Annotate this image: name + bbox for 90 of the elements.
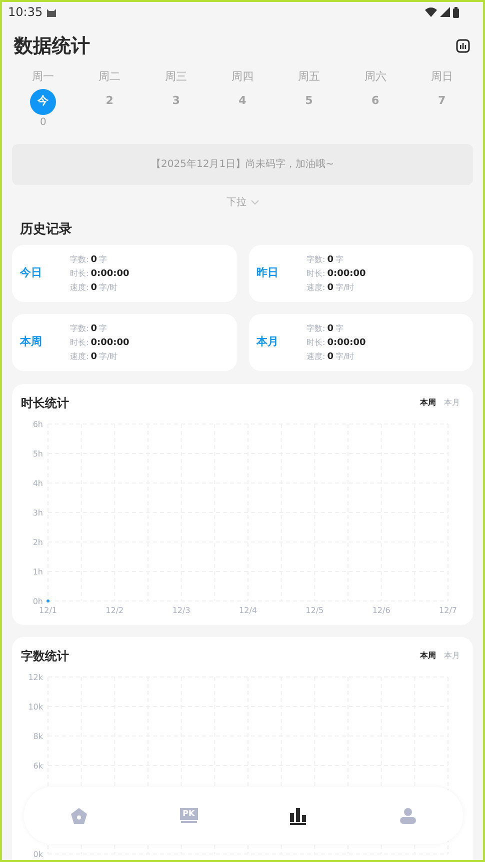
stat-label: 速度: [306,350,326,362]
period-tab[interactable]: 本月 [444,397,460,409]
stat-value: 0 [90,282,97,294]
stat-label: 字数: [70,254,89,266]
pk-icon[interactable]: PK [180,808,198,823]
pull-down-button[interactable]: 下拉 [226,194,258,210]
weekday-label: 周四 [231,68,254,84]
date-button[interactable]: 4 [229,88,256,114]
period-label: 今日 [20,265,43,282]
stat-value: 0 [327,254,334,266]
cat-icon [46,8,56,16]
data-point [46,600,50,602]
y-axis-label: 4h [32,479,43,488]
y-axis-label: 2h [32,538,43,547]
period-tab[interactable]: 本周 [420,397,436,409]
period-tab[interactable]: 本周 [420,650,436,662]
stat-value: 0 [327,322,334,336]
y-axis-label: 6k [33,762,43,770]
y-axis-label: 1h [32,568,43,576]
y-axis-label: 0k [33,850,43,859]
x-axis-label: 12/1 [39,606,57,615]
stat-label: 时长: [70,268,89,280]
weekday-label: 周二 [98,68,121,84]
weekday-label: 周三 [165,68,188,84]
signal-icon [440,7,450,17]
y-axis-label: 10k [28,702,43,712]
period-label: 昨日 [256,265,280,282]
date-button[interactable]: 2 [96,88,123,114]
bar-chart-icon[interactable] [456,39,470,54]
stat-value: 0:00:00 [327,268,366,280]
stat-value: 0 [90,254,97,266]
stat-unit: 字/时 [335,350,354,362]
y-axis-label: 5h [32,450,43,458]
date-button[interactable]: 3 [163,88,190,114]
x-axis-label: 12/6 [372,606,390,615]
stat-label: 字数: [306,254,326,266]
section-title: 历史记录 [18,220,73,238]
date-button[interactable]: 6 [362,88,388,114]
weekday-label: 周一 [32,68,54,84]
stat-unit: 字 [335,254,344,266]
bar-chart-icon[interactable] [289,806,308,824]
stat-value: 0:00:00 [327,336,366,350]
period-label: 本周 [20,334,43,350]
y-axis-label: 3h [32,508,43,518]
stat-label: 字数: [306,322,326,334]
stat-label: 时长: [70,336,89,348]
period-label: 本月 [256,334,280,350]
y-axis-label: 8k [33,732,43,741]
chart-title: 时长统计 [21,395,69,412]
y-axis-label: 0h [32,597,43,606]
wifi-icon [425,7,437,17]
battery-icon [453,6,459,18]
stat-label: 速度: [70,282,89,294]
x-axis-label: 12/7 [439,606,457,615]
x-axis-label: 12/5 [306,606,324,615]
word-count: 0 [40,116,46,130]
x-axis-label: 12/4 [239,606,257,615]
stat-value: 0 [90,350,97,364]
x-axis-label: 12/3 [172,606,190,615]
chevron-down-icon [250,200,258,204]
date-button[interactable]: 5 [296,88,322,114]
stat-value: 0:00:00 [90,336,130,350]
stat-value: 0 [327,282,334,294]
stat-unit: 字 [98,254,107,266]
stat-label: 速度: [306,282,326,294]
notice-text: 【2025年12月1日】尚未码字，加油哦~ [151,158,334,172]
stat-label: 时长: [306,336,326,348]
date-button[interactable]: 7 [428,88,455,114]
weekday-label: 周日 [430,68,453,84]
stat-unit: 字/时 [335,282,354,294]
stat-value: 0 [327,350,334,364]
stat-label: 字数: [70,322,89,334]
date-button[interactable]: 今 [30,88,56,114]
weekday-label: 周五 [298,68,320,84]
y-axis-label: 12k [28,673,43,682]
period-tab[interactable]: 本月 [444,650,460,662]
stat-label: 时长: [306,268,326,280]
page-title: 数据统计 [14,34,90,59]
y-axis-label: 6h [32,420,43,429]
weekday-label: 周六 [364,68,386,84]
stat-unit: 字/时 [98,350,118,362]
stat-value: 0:00:00 [90,268,130,280]
x-axis-label: 12/2 [106,606,124,615]
stat-unit: 字 [335,322,344,334]
stat-value: 0 [90,322,97,336]
status-time: 10:35 [8,4,43,21]
stat-label: 速度: [70,350,89,362]
stat-unit: 字 [98,322,107,334]
chart-title: 字数统计 [21,648,69,665]
stat-unit: 字/时 [98,282,118,294]
